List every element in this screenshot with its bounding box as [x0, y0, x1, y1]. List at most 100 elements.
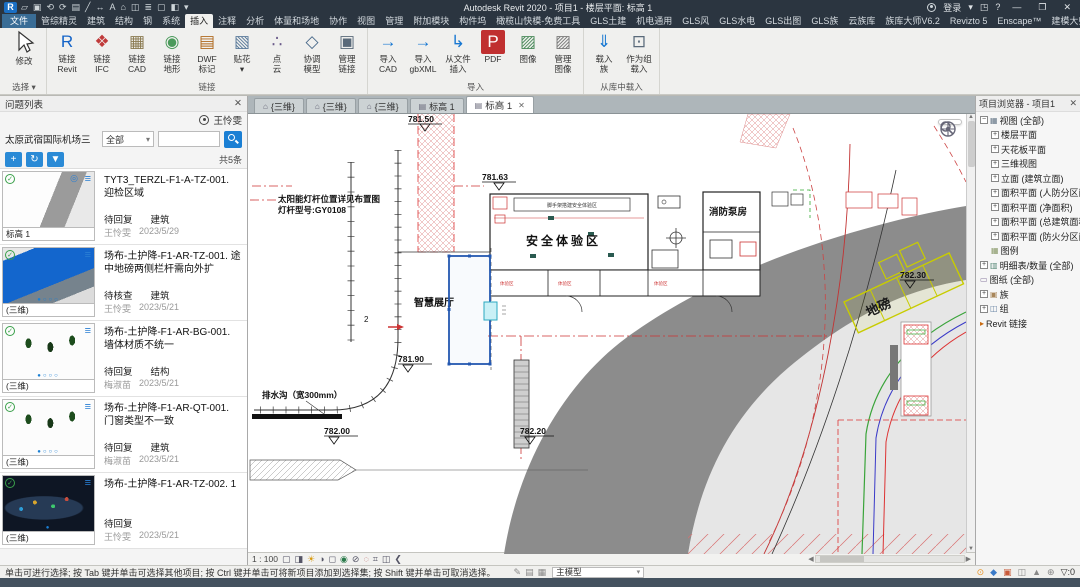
- tree-item[interactable]: + 面积平面 (防火分区面积): [976, 229, 1080, 244]
- tree-item[interactable]: + 天花板平面: [976, 142, 1080, 157]
- ribbon-tab[interactable]: 建模大师: [1046, 14, 1080, 28]
- smart-exhibition-hall[interactable]: 智慧展厅: [398, 248, 506, 370]
- ribbon-tab[interactable]: 族库大师V6.2: [880, 14, 945, 28]
- issue-title[interactable]: 场布-土护降-F1-AR-BG-001. 墙体材质不统一: [104, 326, 241, 353]
- add-issue-button[interactable]: +: [5, 152, 22, 167]
- ribbon-tab[interactable]: 机电通用: [631, 14, 677, 28]
- locate-pin-icon[interactable]: ◎: [70, 173, 78, 184]
- undo-icon[interactable]: ⟲: [46, 2, 54, 13]
- issue-title[interactable]: TYT3_TERZL-F1-A-TZ-001. 迎检区域: [104, 174, 241, 201]
- expand-toggle-icon[interactable]: +: [991, 218, 999, 226]
- ribbon-tab[interactable]: Revizto 5: [945, 14, 993, 28]
- ribbon-button[interactable]: ⇓ 载入 族: [587, 29, 621, 74]
- ribbon-button[interactable]: ▣ 管理 链接: [330, 29, 364, 74]
- ribbon-tab[interactable]: 插入: [185, 14, 213, 28]
- expand-toggle-icon[interactable]: +: [980, 261, 988, 269]
- tree-item[interactable]: + ▣ 族: [976, 287, 1080, 302]
- tree-item[interactable]: − ▦ 视图 (全部): [976, 113, 1080, 128]
- ribbon-button[interactable]: ◇ 协调 模型: [295, 29, 329, 74]
- worksharing-display-icon[interactable]: ◫: [382, 554, 391, 565]
- ribbon-tab[interactable]: 构件坞: [454, 14, 491, 28]
- issue-card[interactable]: ✓ ◎ ≡ ●○○○ (三维) 场布-土护降-F1-AR-BG-001. 墙体材…: [0, 321, 247, 397]
- ribbon-tab[interactable]: 管综精灵: [36, 14, 82, 28]
- temporary-hide-isolate-icon[interactable]: ⊘: [352, 554, 360, 565]
- ribbon-button[interactable]: ⊡ 作为组 载入: [622, 29, 656, 74]
- ribbon-tab[interactable]: 协作: [324, 14, 352, 28]
- visual-style-icon[interactable]: ▢: [282, 554, 291, 565]
- active-workset-dropdown[interactable]: 主模型▾: [552, 567, 644, 578]
- ribbon-button[interactable]: ◉ 链接 地形: [155, 29, 189, 74]
- project-browser-close-icon[interactable]: ✕: [1069, 98, 1077, 109]
- thumbnail-pager-dots[interactable]: ●○○○: [3, 297, 94, 303]
- highlighted-element[interactable]: [484, 302, 497, 320]
- ribbon-button[interactable]: ▧ 贴花 ▾: [225, 29, 259, 74]
- issue-search-input[interactable]: [158, 131, 220, 147]
- issue-filter-dropdown[interactable]: 全部▾: [102, 131, 154, 147]
- sign-in-link[interactable]: 登录: [943, 1, 961, 14]
- ribbon-tab[interactable]: 云族库: [843, 14, 880, 28]
- scroll-left-icon[interactable]: ◀: [808, 555, 813, 563]
- tree-item[interactable]: ▭ 图纸 (全部): [976, 273, 1080, 288]
- expand-toggle-icon[interactable]: +: [991, 174, 999, 182]
- drawing-canvas[interactable]: 地磅 脚手架搭建安全体验区: [248, 113, 975, 552]
- zoom-tool-icon[interactable]: [939, 120, 955, 136]
- tree-item[interactable]: + 面积平面 (净面积): [976, 200, 1080, 215]
- ribbon-tab[interactable]: Enscape™: [992, 14, 1046, 28]
- aligned-dimension-icon[interactable]: ↔: [95, 2, 104, 12]
- tree-item[interactable]: ▸ Revit 链接: [976, 316, 1080, 331]
- restore-button[interactable]: ❐: [1033, 2, 1051, 13]
- ribbon-button[interactable]: ▦ 链接 CAD: [120, 29, 154, 74]
- issue-thumbnail[interactable]: ✓ ◎ ≡: [2, 171, 95, 228]
- tree-item[interactable]: + 立面 (建筑立面): [976, 171, 1080, 186]
- shadows-icon[interactable]: ☀: [307, 554, 315, 565]
- tree-item[interactable]: + ◫ 组: [976, 302, 1080, 317]
- expand-toggle-icon[interactable]: +: [980, 290, 988, 298]
- expand-toggle-icon[interactable]: +: [991, 160, 999, 168]
- text-icon[interactable]: A: [109, 2, 115, 12]
- expand-toggle-icon[interactable]: +: [991, 131, 999, 139]
- ribbon-button[interactable]: ▨ 管理 图像: [546, 29, 580, 74]
- close-button[interactable]: ✕: [1058, 2, 1076, 13]
- print-icon[interactable]: ▤: [72, 2, 81, 13]
- thin-lines-icon[interactable]: ≣: [144, 2, 152, 13]
- view-scale[interactable]: 1 : 100: [252, 554, 278, 564]
- sketchy-lines-icon[interactable]: ◑: [319, 554, 324, 564]
- redo-icon[interactable]: ⟳: [59, 2, 67, 13]
- issue-thumbnail[interactable]: ✓ ◎ ≡ ●○○○: [2, 247, 95, 304]
- worksets-status-icon[interactable]: ⊙: [977, 567, 985, 578]
- editing-requests-icon[interactable]: ◆: [990, 567, 997, 578]
- ribbon-button[interactable]: R 链接 Revit: [50, 29, 84, 74]
- revit-logo-icon[interactable]: R: [4, 2, 17, 13]
- thumbnail-pager-dots[interactable]: ●○○○: [3, 373, 94, 379]
- ribbon-tab[interactable]: GLS风: [677, 14, 714, 28]
- ribbon-tab[interactable]: 结构: [110, 14, 138, 28]
- tree-item[interactable]: + 三维视图: [976, 157, 1080, 172]
- ribbon-tab[interactable]: 系统: [157, 14, 185, 28]
- document-tab[interactable]: ▤ 标高 1 ✕: [466, 96, 534, 113]
- card-menu-icon[interactable]: ≡: [85, 325, 91, 337]
- ribbon-button[interactable]: ▤ DWF 标记: [190, 29, 224, 74]
- thumbnail-pager-dots[interactable]: ●: [3, 525, 94, 531]
- minimize-button[interactable]: —: [1007, 2, 1026, 12]
- select-links-toggle-icon[interactable]: ▣: [1003, 567, 1012, 578]
- tree-item[interactable]: + 楼层平面: [976, 128, 1080, 143]
- ribbon-button[interactable]: ▨ 图像: [511, 29, 545, 64]
- scroll-up-icon[interactable]: ▲: [968, 114, 974, 120]
- crop-view-icon[interactable]: ◻: [329, 554, 336, 565]
- ribbon-tab[interactable]: 视图: [352, 14, 380, 28]
- issue-card[interactable]: ✓ ◎ ≡ 标高 1 TYT3_TERZL-F1-A-TZ-001. 迎检区域 …: [0, 169, 247, 245]
- select-underlay-toggle-icon[interactable]: ◫: [1018, 567, 1027, 578]
- modify-button[interactable]: 修改: [5, 29, 43, 67]
- issue-title[interactable]: 场布-土护降-F1-AR-TZ-002. 1: [104, 478, 241, 505]
- ribbon-tab[interactable]: 钢: [138, 14, 157, 28]
- section-icon[interactable]: ◫: [131, 2, 140, 13]
- card-menu-icon[interactable]: ≡: [85, 401, 91, 413]
- caret-down-icon[interactable]: ▾: [968, 2, 973, 13]
- tree-item[interactable]: ▦ 图例: [976, 244, 1080, 259]
- issue-card[interactable]: ✓ ◎ ≡ ●○○○ (三维) 场布-土护降-F1-AR-QT-001. 门窗类…: [0, 397, 247, 473]
- tab-close-icon[interactable]: ✕: [518, 101, 525, 110]
- open-icon[interactable]: ▱: [21, 2, 28, 13]
- ribbon-tab[interactable]: GLS族: [806, 14, 843, 28]
- safety-experience-building[interactable]: 脚手架搭建安全体验区 安全体验区: [490, 194, 648, 270]
- issues-panel-close-icon[interactable]: ✕: [234, 98, 242, 109]
